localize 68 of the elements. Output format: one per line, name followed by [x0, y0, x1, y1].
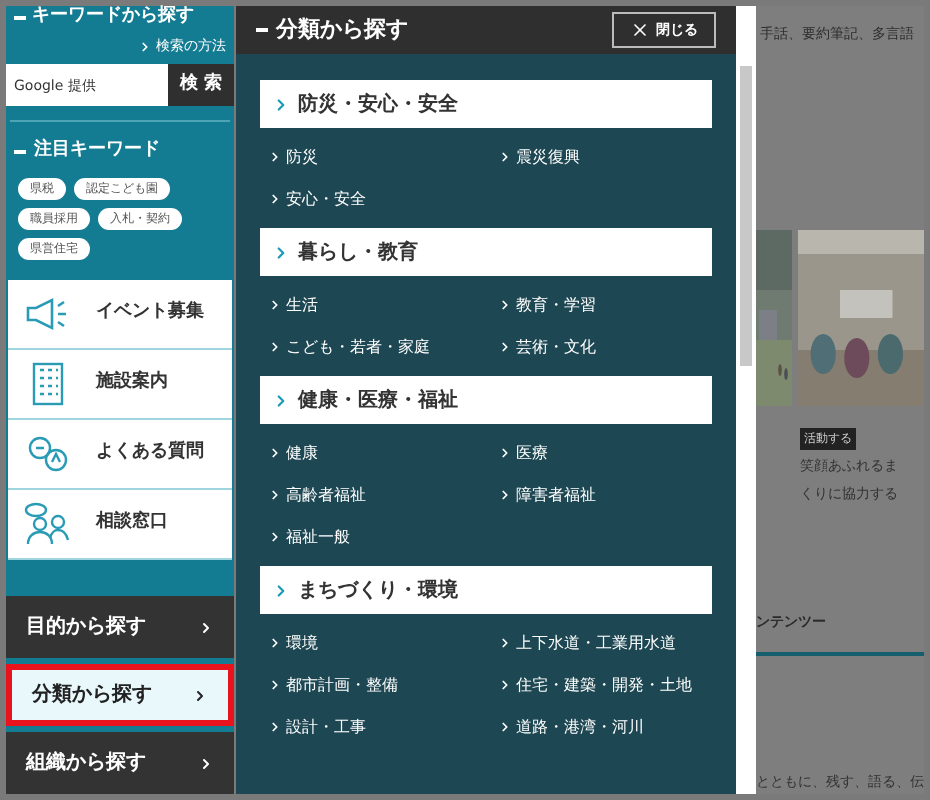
subcategory-link[interactable]: 健康: [268, 440, 482, 466]
chevron-right-icon: [268, 298, 282, 312]
panel-title: 分類から探す: [276, 13, 408, 46]
subcategory-link[interactable]: 福祉一般: [268, 524, 482, 550]
dash-icon: [256, 28, 268, 32]
subcategory-link[interactable]: 道路・港湾・河川: [498, 714, 712, 740]
category-nav-button[interactable]: 目的から探す: [6, 596, 234, 658]
chevron-right-icon: [498, 720, 512, 734]
chevron-right-icon: [272, 95, 290, 113]
menu-item[interactable]: イベント募集: [8, 279, 232, 349]
subcategory-link[interactable]: 障害者福祉: [498, 482, 712, 508]
subcategory-link[interactable]: 生活: [268, 292, 482, 318]
category-heading[interactable]: 健康・医療・福祉: [260, 376, 712, 424]
subcategory-link[interactable]: 医療: [498, 440, 712, 466]
keyword-heading: キーワードから探す: [32, 6, 194, 28]
dash-icon: [14, 149, 26, 154]
chevron-right-icon: [192, 687, 208, 703]
subcategory-link[interactable]: 震災復興: [498, 144, 712, 170]
subcategory-link[interactable]: 安心・安全: [268, 186, 482, 212]
chevron-right-icon: [498, 636, 512, 650]
subcategory-link[interactable]: 高齢者福祉: [268, 482, 482, 508]
chevron-right-icon: [498, 678, 512, 692]
category-nav-button[interactable]: 組織から探す: [6, 732, 234, 794]
chevron-right-icon: [268, 192, 282, 206]
question-answer-icon: [26, 433, 70, 473]
subcategory-link[interactable]: 都市計画・整備: [268, 672, 482, 698]
chevron-right-icon: [268, 340, 282, 354]
chevron-right-icon: [268, 678, 282, 692]
chevron-right-icon: [268, 150, 282, 164]
subcategory-link[interactable]: 上下水道・工業用水道: [498, 630, 712, 656]
chevron-right-icon: [498, 150, 512, 164]
chevron-right-icon: [268, 720, 282, 734]
building-icon: [30, 361, 66, 405]
subcategory-link[interactable]: こども・若者・家庭: [268, 334, 482, 360]
dash-icon: [14, 15, 26, 19]
chevron-right-icon: [198, 619, 214, 635]
chevron-right-icon: [268, 530, 282, 544]
search-button[interactable]: 検 索: [168, 64, 234, 106]
scrollbar[interactable]: [736, 6, 756, 794]
subcategory-link[interactable]: 芸術・文化: [498, 334, 712, 360]
chevron-right-icon: [498, 488, 512, 502]
category-heading[interactable]: まちづくり・環境: [260, 566, 712, 614]
category-heading[interactable]: 防災・安心・安全: [260, 80, 712, 128]
subcategory-link[interactable]: 防災: [268, 144, 482, 170]
megaphone-icon: [24, 295, 72, 331]
subcategory-link[interactable]: 環境: [268, 630, 482, 656]
menu-item[interactable]: 施設案内: [8, 349, 232, 419]
subcategory-link[interactable]: 設計・工事: [268, 714, 482, 740]
chevron-right-icon: [272, 581, 290, 599]
people-icon: [24, 501, 72, 545]
close-icon: [630, 20, 650, 40]
chevron-right-icon: [498, 298, 512, 312]
chevron-right-icon: [498, 446, 512, 460]
subcategory-link[interactable]: 住宅・建築・開発・土地: [498, 672, 712, 698]
chevron-right-icon: [268, 488, 282, 502]
subcategory-link[interactable]: 教育・学習: [498, 292, 712, 318]
chevron-right-icon: [268, 446, 282, 460]
category-heading[interactable]: 暮らし・教育: [260, 228, 712, 276]
featured-heading: 注目キーワード: [34, 138, 160, 164]
category-nav-button[interactable]: 分類から探す: [6, 664, 234, 726]
chevron-right-icon: [138, 39, 152, 53]
menu-item[interactable]: 相談窓口: [8, 489, 232, 559]
chevron-right-icon: [498, 340, 512, 354]
menu-item[interactable]: よくある質問: [8, 419, 232, 489]
chevron-right-icon: [268, 636, 282, 650]
chevron-right-icon: [198, 755, 214, 771]
chevron-right-icon: [272, 243, 290, 261]
chevron-right-icon: [272, 391, 290, 409]
